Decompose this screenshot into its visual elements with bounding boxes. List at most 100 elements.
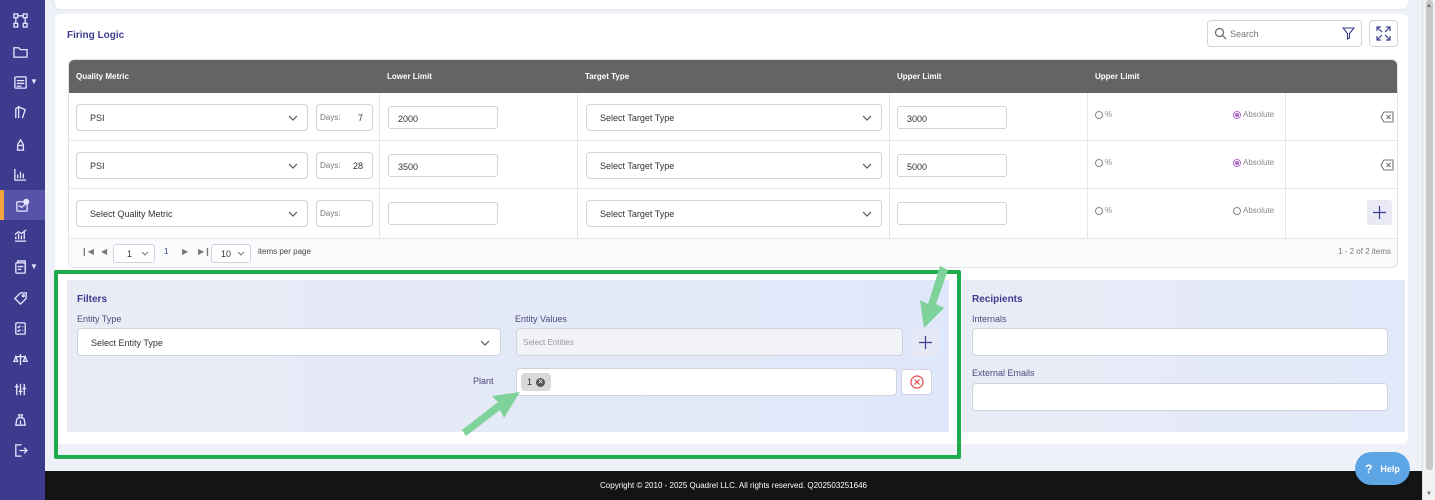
checklist-icon[interactable] xyxy=(11,319,29,337)
search-box[interactable] xyxy=(1207,20,1362,47)
reports-icon[interactable] xyxy=(11,258,29,276)
target-type-select[interactable]: Select Target Type xyxy=(586,104,882,131)
upper-limit-input[interactable]: 5000 xyxy=(897,154,1007,177)
scrollbar[interactable]: ▲ ▼ xyxy=(1422,0,1435,500)
internals-input[interactable] xyxy=(972,328,1388,356)
remove-filter-button[interactable] xyxy=(901,369,932,395)
chevron-down-icon xyxy=(480,340,490,346)
quality-metric-value: PSI xyxy=(90,161,105,171)
absolute-radio[interactable]: Absolute xyxy=(1233,206,1274,215)
scroll-up-icon[interactable]: ▲ xyxy=(1426,3,1432,9)
entity-values-select[interactable]: Select Entities xyxy=(516,328,903,356)
previous-page-icon[interactable]: ◀ xyxy=(101,247,107,256)
days-input[interactable]: Days: xyxy=(316,200,373,227)
chevron-down-icon xyxy=(862,163,872,169)
expand-icon xyxy=(1376,26,1391,41)
table-row: Select Quality Metric Days: Select Targe… xyxy=(69,189,1397,239)
quality-metric-select[interactable]: PSI xyxy=(76,152,308,179)
header-upper-limit-type: Upper Limit xyxy=(1095,72,1140,81)
radio-button-selected[interactable] xyxy=(1233,158,1241,167)
percent-radio[interactable]: % xyxy=(1095,158,1112,167)
remove-chip-icon[interactable]: ✕ xyxy=(536,377,546,387)
expand-button[interactable] xyxy=(1369,20,1398,47)
scrollbar-thumb[interactable] xyxy=(1426,0,1433,470)
radio-button[interactable] xyxy=(1233,206,1241,215)
filter-icon[interactable] xyxy=(1342,27,1355,40)
delete-row-icon[interactable] xyxy=(1380,111,1394,123)
tag-icon[interactable] xyxy=(11,289,29,307)
target-type-value: Select Target Type xyxy=(600,209,675,219)
entity-type-select[interactable]: Select Entity Type xyxy=(77,328,501,356)
search-icon xyxy=(1214,27,1227,40)
chevron-down-icon[interactable]: ▼ xyxy=(30,77,38,86)
upper-limit-value: 3000 xyxy=(907,114,928,124)
target-type-select[interactable]: Select Target Type xyxy=(586,152,882,179)
scale-icon[interactable] xyxy=(11,350,29,368)
alert-settings-icon[interactable] xyxy=(0,190,45,220)
chevron-down-icon xyxy=(288,115,298,121)
days-value: 28 xyxy=(352,161,363,171)
page-select[interactable]: 1 xyxy=(113,244,155,263)
help-button[interactable]: ? Help xyxy=(1355,452,1410,485)
chevron-down-icon xyxy=(862,115,872,121)
form-icon[interactable] xyxy=(11,73,29,91)
pager-summary: 1 - 2 of 2 items xyxy=(1338,247,1391,256)
target-type-select[interactable]: Select Target Type xyxy=(586,200,882,227)
bar-chart-icon[interactable] xyxy=(11,165,29,183)
absolute-radio[interactable]: Absolute xyxy=(1233,110,1274,119)
page-size-select[interactable]: 10 xyxy=(211,244,251,263)
upper-limit-input[interactable] xyxy=(897,202,1007,225)
header-upper-limit: Upper Limit xyxy=(897,72,942,81)
chevron-down-icon[interactable]: ▼ xyxy=(30,262,38,271)
add-filter-button[interactable] xyxy=(911,328,939,356)
entity-values-placeholder: Select Entities xyxy=(523,338,574,347)
document-edit-icon[interactable] xyxy=(11,103,29,121)
radio-button-selected[interactable] xyxy=(1233,110,1241,119)
lower-limit-input[interactable]: 3500 xyxy=(388,154,498,177)
plant-chip[interactable]: 1 ✕ xyxy=(521,373,552,391)
lab-icon[interactable] xyxy=(11,135,29,153)
plant-label: Plant xyxy=(473,376,494,386)
analytics-chart-icon[interactable] xyxy=(11,226,29,244)
percent-radio[interactable]: % xyxy=(1095,206,1112,215)
entity-type-label: Entity Type xyxy=(77,314,122,324)
copyright-text: Copyright © 2010 - 2025 Quadrel LLC. All… xyxy=(600,481,867,490)
days-label: Days: xyxy=(320,161,341,170)
target-type-value: Select Target Type xyxy=(600,161,675,171)
quality-metric-select[interactable]: Select Quality Metric xyxy=(76,200,308,227)
days-input[interactable]: Days: 28 xyxy=(316,152,373,179)
percent-radio[interactable]: % xyxy=(1095,110,1112,119)
current-page[interactable]: 1 xyxy=(164,247,168,256)
plant-values-field[interactable]: 1 ✕ xyxy=(516,368,897,396)
workflow-icon[interactable] xyxy=(11,11,29,29)
days-input[interactable]: Days: 7 xyxy=(316,104,373,131)
table-row: PSI Days: 28 3500 Select Target Type 500… xyxy=(69,141,1397,189)
entity-values-label: Entity Values xyxy=(515,314,567,324)
radio-button[interactable] xyxy=(1095,110,1103,119)
first-page-icon[interactable]: ❙◀ xyxy=(81,247,94,256)
scroll-down-icon[interactable]: ▼ xyxy=(1426,491,1432,497)
absolute-radio[interactable]: Absolute xyxy=(1233,158,1274,167)
upper-limit-input[interactable]: 3000 xyxy=(897,106,1007,129)
lower-limit-input[interactable] xyxy=(388,202,498,225)
delete-row-icon[interactable] xyxy=(1380,159,1394,171)
entity-type-value: Select Entity Type xyxy=(91,338,163,348)
last-page-icon[interactable]: ▶❙ xyxy=(198,247,211,256)
page-select-value: 1 xyxy=(127,249,133,259)
add-row-button[interactable] xyxy=(1367,200,1392,225)
lower-limit-input[interactable]: 2000 xyxy=(388,106,498,129)
quality-metric-select[interactable]: PSI xyxy=(76,104,308,131)
internals-label: Internals xyxy=(972,314,1007,324)
header-lower-limit: Lower Limit xyxy=(387,72,432,81)
external-emails-input[interactable] xyxy=(972,383,1388,411)
next-page-icon[interactable]: ▶ xyxy=(182,247,188,256)
search-input[interactable] xyxy=(1230,26,1330,42)
radio-button[interactable] xyxy=(1095,158,1103,167)
money-bag-icon[interactable] xyxy=(11,411,29,429)
absolute-label: Absolute xyxy=(1243,110,1275,119)
radio-button[interactable] xyxy=(1095,206,1103,215)
sliders-icon[interactable] xyxy=(11,380,29,398)
folder-icon[interactable] xyxy=(11,42,29,60)
sidebar: ▼ ▼ xyxy=(0,0,45,500)
logout-icon[interactable] xyxy=(11,441,29,459)
